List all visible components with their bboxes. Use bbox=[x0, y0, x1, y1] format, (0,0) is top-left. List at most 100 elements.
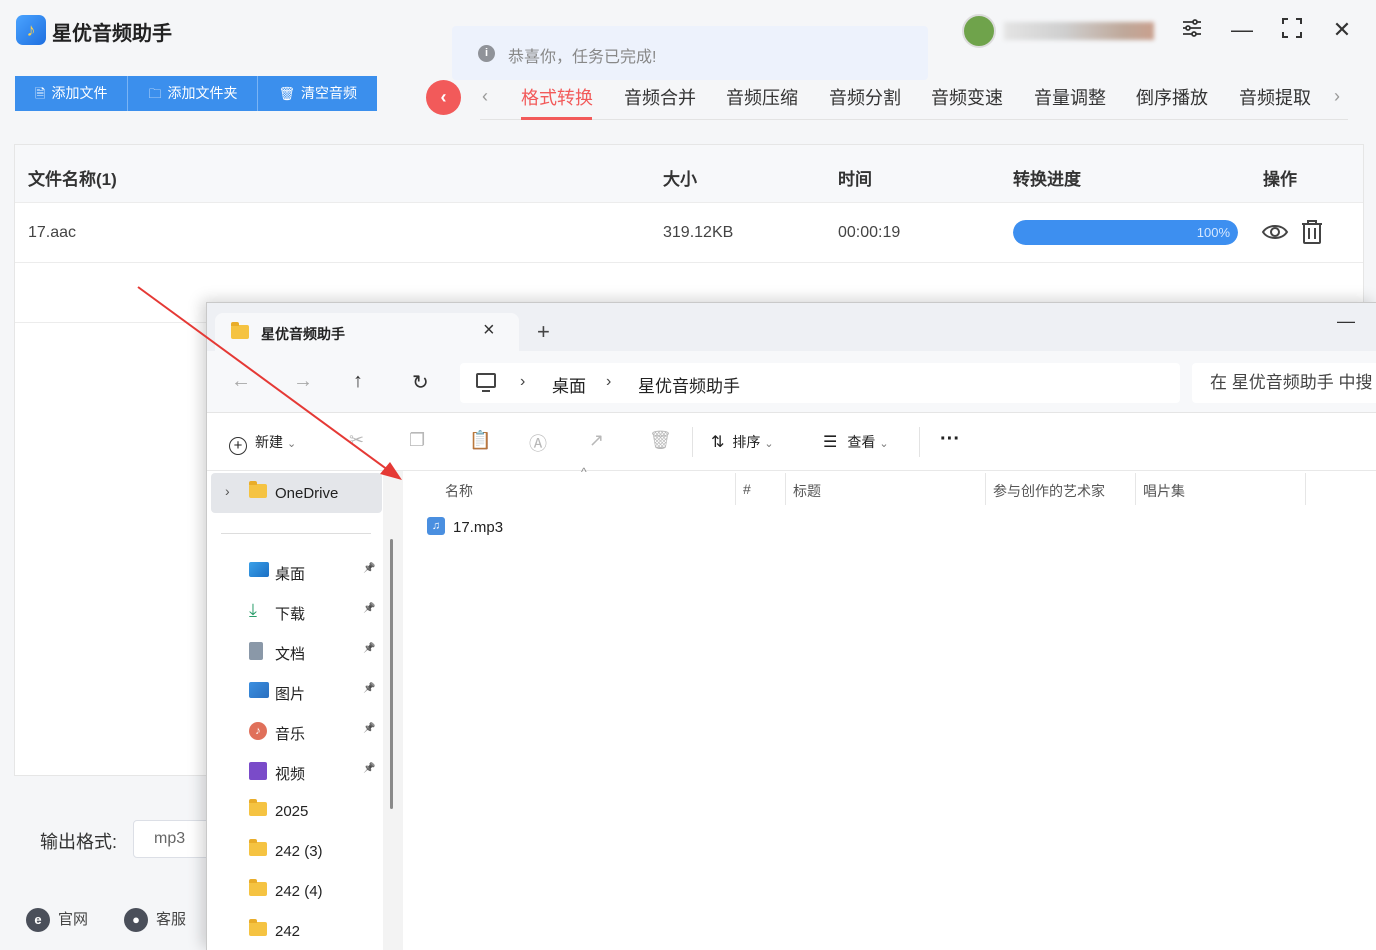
chat-bubble-icon: ● bbox=[124, 908, 148, 933]
column-divider[interactable] bbox=[1305, 473, 1306, 505]
trash-icon: 🗑 bbox=[278, 86, 295, 101]
column-divider[interactable] bbox=[1135, 473, 1136, 505]
settings-sliders-icon[interactable] bbox=[1178, 16, 1206, 44]
progress-percent: 100% bbox=[1196, 225, 1230, 240]
sidebar-item-242-(3)[interactable]: 242 (3) bbox=[211, 831, 382, 871]
pin-icon[interactable]: 📌 bbox=[363, 643, 375, 654]
view-button[interactable]: ☰ 查看 ⌄ bbox=[823, 432, 889, 452]
cut-icon[interactable]: ✂ bbox=[349, 430, 364, 451]
breadcrumb-chevron-icon[interactable]: › bbox=[606, 373, 611, 391]
new-button[interactable]: + 新建 ⌄ bbox=[229, 432, 296, 455]
tab-reverse-play[interactable]: 倒序播放 bbox=[1136, 84, 1208, 110]
sidebar-item-label: 下载 bbox=[275, 606, 306, 623]
sidebar-item-242[interactable]: 242 bbox=[211, 911, 382, 950]
col-title[interactable]: 标题 bbox=[793, 481, 821, 501]
add-folder-label: 添加文件夹 bbox=[167, 85, 238, 101]
sidebar-item-2025[interactable]: 2025 bbox=[211, 791, 382, 831]
collapse-back-button[interactable]: ‹ bbox=[426, 80, 461, 115]
tabs-left-arrow-icon[interactable]: ‹ bbox=[482, 86, 488, 107]
refresh-icon[interactable]: ↻ bbox=[412, 370, 429, 395]
delete-icon[interactable]: 🗑 bbox=[649, 430, 672, 451]
sidebar-item-下载[interactable]: ⤓ 下载 📌 bbox=[211, 591, 382, 631]
sidebar-item-音乐[interactable]: ♪ 音乐 📌 bbox=[211, 711, 382, 751]
pin-icon[interactable]: 📌 bbox=[363, 723, 375, 734]
pin-icon[interactable]: 📌 bbox=[363, 683, 375, 694]
output-format-label: 输出格式: bbox=[40, 832, 118, 852]
toolbar: 🗎 添加文件 🗀 添加文件夹 🗑 清空音频 bbox=[15, 76, 377, 111]
download-icon: ⤓ bbox=[249, 600, 257, 620]
nav-item-onedrive[interactable]: › OneDrive bbox=[211, 473, 382, 513]
pin-icon[interactable]: 📌 bbox=[363, 763, 375, 774]
plus-circle-icon: + bbox=[229, 437, 247, 455]
delete-trash-icon[interactable] bbox=[1298, 218, 1326, 246]
document-icon bbox=[249, 642, 263, 660]
more-options-icon[interactable]: ··· bbox=[940, 428, 960, 451]
breadcrumb-desktop[interactable]: 桌面 bbox=[552, 372, 586, 397]
back-arrow-icon[interactable]: ← bbox=[231, 370, 251, 393]
search-input[interactable]: 在 星优音频助手 中搜 bbox=[1192, 363, 1376, 403]
support-link[interactable]: ● 客服 bbox=[124, 908, 187, 933]
explorer-tab[interactable]: 星优音频助手 × bbox=[215, 313, 519, 351]
app-logo-icon: ♪ bbox=[16, 15, 46, 45]
tab-format-convert[interactable]: 格式转换 bbox=[521, 84, 593, 110]
col-artist[interactable]: 参与创作的艺术家 bbox=[993, 481, 1105, 501]
file-explorer-window: 星优音频助手 × + — ← → ↑ ↻ › 桌面 › 星优音频助手 在 星优音… bbox=[206, 302, 1376, 950]
column-divider[interactable] bbox=[985, 473, 986, 505]
tabs-right-arrow-icon[interactable]: › bbox=[1334, 86, 1340, 107]
maximize-icon[interactable] bbox=[1278, 16, 1306, 44]
tab-audio-split[interactable]: 音频分割 bbox=[829, 84, 901, 110]
col-album[interactable]: 唱片集 bbox=[1143, 481, 1185, 501]
chevron-right-icon[interactable]: › bbox=[225, 483, 230, 499]
column-divider[interactable] bbox=[735, 473, 736, 505]
col-name[interactable]: 名称 bbox=[445, 481, 473, 501]
rename-icon[interactable]: Ⓐ bbox=[529, 430, 547, 456]
nav-scrollbar[interactable] bbox=[390, 539, 393, 809]
tab-volume-adjust[interactable]: 音量调整 bbox=[1034, 84, 1106, 110]
clear-audio-button[interactable]: 🗑 清空音频 bbox=[258, 76, 377, 111]
close-tab-icon[interactable]: × bbox=[483, 319, 495, 342]
preview-eye-icon[interactable] bbox=[1261, 218, 1289, 246]
column-divider[interactable] bbox=[785, 473, 786, 505]
tab-audio-extract[interactable]: 音频提取 bbox=[1239, 84, 1311, 110]
sidebar-item-242-(4)[interactable]: 242 (4) bbox=[211, 871, 382, 911]
col-file-name: 文件名称(1) bbox=[28, 170, 117, 189]
app-title: 星优音频助手 bbox=[52, 23, 172, 45]
new-tab-icon[interactable]: + bbox=[537, 319, 550, 345]
title-bar: ♪ 星优音频助手 i 恭喜你，任务已完成! — ✕ bbox=[0, 0, 1376, 80]
col-number[interactable]: # bbox=[743, 481, 751, 497]
minimize-icon[interactable]: — bbox=[1228, 16, 1256, 44]
sort-button[interactable]: ⇅ 排序 ⌄ bbox=[711, 432, 774, 452]
pin-icon[interactable]: 📌 bbox=[363, 563, 375, 574]
table-row[interactable]: 17.aac 319.12KB 00:00:19 100% bbox=[15, 203, 1363, 263]
tab-audio-compress[interactable]: 音频压缩 bbox=[726, 84, 798, 110]
website-link[interactable]: e 官网 bbox=[26, 908, 88, 933]
folder-icon bbox=[249, 839, 267, 856]
up-arrow-icon[interactable]: ↑ bbox=[353, 370, 363, 393]
close-icon[interactable]: ✕ bbox=[1328, 16, 1356, 44]
breadcrumb-folder[interactable]: 星优音频助手 bbox=[638, 372, 740, 397]
this-pc-stand bbox=[482, 390, 490, 392]
table-header: 文件名称(1) 大小 时间 转换进度 操作 bbox=[15, 145, 1363, 203]
add-folder-button[interactable]: 🗀 添加文件夹 bbox=[128, 76, 259, 111]
forward-arrow-icon[interactable]: → bbox=[293, 370, 313, 393]
add-file-button[interactable]: 🗎 添加文件 bbox=[15, 76, 129, 111]
share-icon[interactable]: ↗ bbox=[589, 430, 604, 451]
address-bar[interactable]: › 桌面 › 星优音频助手 bbox=[460, 363, 1180, 403]
sidebar-item-桌面[interactable]: 桌面 📌 bbox=[211, 551, 382, 591]
sidebar-item-文档[interactable]: 文档 📌 bbox=[211, 631, 382, 671]
tab-audio-merge[interactable]: 音频合并 bbox=[624, 84, 696, 110]
sidebar-item-视频[interactable]: 视频 📌 bbox=[211, 751, 382, 791]
breadcrumb-chevron-icon[interactable]: › bbox=[520, 373, 525, 391]
col-actions: 操作 bbox=[1263, 170, 1297, 189]
onedrive-folder-icon bbox=[249, 481, 267, 498]
tab-audio-speed[interactable]: 音频变速 bbox=[931, 84, 1003, 110]
sidebar-item-图片[interactable]: 图片 📌 bbox=[211, 671, 382, 711]
feature-tabs: ‹ 格式转换 音频合并 音频压缩 音频分割 音频变速 音量调整 倒序播放 音频提… bbox=[480, 80, 1348, 120]
chevron-down-icon: ⌄ bbox=[879, 438, 889, 450]
copy-icon[interactable]: ❐ bbox=[409, 430, 425, 451]
minimize-icon[interactable]: — bbox=[1337, 311, 1355, 332]
pin-icon[interactable]: 📌 bbox=[363, 603, 375, 614]
avatar[interactable] bbox=[962, 14, 996, 48]
support-label: 客服 bbox=[156, 911, 187, 928]
paste-icon[interactable]: 📋 bbox=[469, 430, 491, 451]
